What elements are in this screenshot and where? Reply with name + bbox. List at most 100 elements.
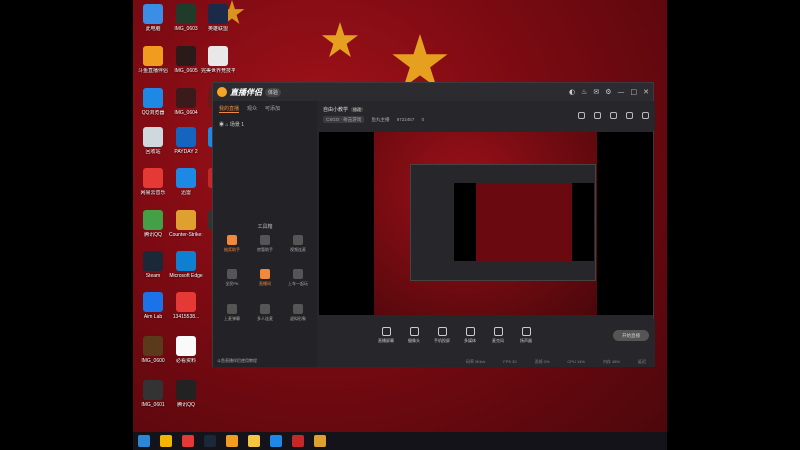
tutorial-link[interactable]: 斗鱼直播伴侣使用教程 bbox=[217, 358, 257, 364]
stream-stat: 内存 48% bbox=[602, 359, 621, 364]
tool-label: 全民PK bbox=[225, 281, 239, 286]
desktop-icon[interactable]: QQ浏览器 bbox=[136, 88, 170, 116]
window-control-button[interactable]: — bbox=[618, 88, 625, 96]
netease-music-icon bbox=[143, 168, 163, 188]
source-button[interactable]: 扬声器 bbox=[513, 327, 539, 344]
computer-icon bbox=[143, 4, 163, 24]
app-title: 直播伴侣 bbox=[230, 87, 262, 97]
source-label: 直播屏幕 bbox=[378, 338, 394, 343]
preview-nested-window bbox=[410, 164, 596, 281]
lol-icon bbox=[208, 4, 228, 24]
steam-icon[interactable] bbox=[204, 435, 216, 447]
toolbox-item[interactable]: 上车一起玩 bbox=[283, 269, 313, 287]
window-control-button[interactable]: ⚙ bbox=[605, 88, 611, 96]
xunlei-icon[interactable] bbox=[270, 435, 282, 447]
toolbox-item[interactable]: 全民PK bbox=[217, 269, 247, 287]
image-icon bbox=[176, 88, 196, 108]
desktop-icon[interactable]: IMG_0600 bbox=[136, 336, 170, 364]
more-icon[interactable] bbox=[642, 112, 649, 119]
qq-icon bbox=[176, 380, 196, 400]
green-icon bbox=[143, 210, 163, 230]
desktop-icon[interactable]: 腾讯QQ bbox=[169, 380, 203, 408]
toolbox-item[interactable]: 直播间 bbox=[250, 269, 280, 287]
desktop-icon[interactable]: Aim Lab bbox=[136, 292, 170, 320]
desktop-icon[interactable]: Steam bbox=[136, 251, 170, 279]
desktop-icon[interactable]: PAYDAY 2 bbox=[169, 127, 203, 155]
source-button[interactable]: 摄像头 bbox=[401, 327, 427, 344]
desktop-icon[interactable]: IMG_0603 bbox=[169, 4, 203, 32]
room-category[interactable]: CSGO · 射击游戏 bbox=[323, 116, 365, 123]
wanmei-icon bbox=[208, 46, 228, 66]
window-control-button[interactable]: ✕ bbox=[643, 88, 649, 96]
tool-icon bbox=[293, 304, 303, 314]
desktop-icon-label: IMG_0601 bbox=[141, 402, 165, 408]
desktop-icon[interactable]: 完美世界竞技平台 bbox=[201, 46, 235, 74]
source-button[interactable]: 手机投屏 bbox=[429, 327, 455, 344]
desktop-icon[interactable]: 英雄联盟 bbox=[201, 4, 235, 32]
window-control-button[interactable]: □ bbox=[631, 88, 638, 96]
tool-label: 房管助手 bbox=[257, 247, 273, 252]
desktop-icon[interactable]: Counter-Strike: Global Off... bbox=[169, 210, 203, 238]
desktop-icon-label: Steam bbox=[145, 273, 161, 279]
bell-icon[interactable] bbox=[626, 112, 633, 119]
edit-room-tag[interactable]: 修改 bbox=[351, 107, 364, 112]
desktop-icon[interactable]: 迅雷 bbox=[169, 168, 203, 196]
window-control-button[interactable]: ◐ bbox=[569, 88, 575, 96]
desktop-icon[interactable]: 必看资料 bbox=[169, 336, 203, 364]
scene-item[interactable]: ◉ ⌂ 场景 1 bbox=[213, 117, 317, 132]
desktop-icon[interactable]: 斗鱼直播伴侣 bbox=[136, 46, 170, 74]
desktop-icon[interactable]: 此电脑 bbox=[136, 4, 170, 32]
app-icon[interactable] bbox=[292, 435, 304, 447]
source-icon bbox=[465, 327, 475, 336]
tool-label: 上车一起玩 bbox=[288, 281, 308, 286]
toolbox-item[interactable]: 多人连麦 bbox=[250, 304, 280, 322]
toolbox-item[interactable]: 抽奖助手 bbox=[217, 235, 247, 253]
share-icon[interactable] bbox=[578, 112, 585, 119]
windows-start-icon[interactable] bbox=[138, 435, 150, 447]
tool-icon bbox=[293, 235, 303, 245]
folder-icon[interactable] bbox=[248, 435, 260, 447]
toolbox-title: 工具箱 bbox=[257, 224, 273, 230]
desktop-icon-label: 英雄联盟 bbox=[207, 26, 228, 32]
desktop-icon[interactable]: 回收站 bbox=[136, 127, 170, 155]
desktop-icon[interactable]: IMG_0605 bbox=[169, 46, 203, 74]
desktop-icon[interactable]: Microsoft Edge bbox=[169, 251, 203, 279]
source-button[interactable]: 多媒体 bbox=[457, 327, 483, 344]
start-stream-button[interactable]: 开始直播 bbox=[613, 330, 649, 341]
toolbox-item[interactable]: 房管助手 bbox=[250, 235, 280, 253]
panel-tab[interactable]: 我的直播 bbox=[219, 105, 240, 113]
tool-icon bbox=[293, 269, 303, 279]
desktop-icon[interactable]: 网易云音乐 bbox=[136, 168, 170, 196]
left-panel: 我的直播 观众 可添加 ◉ ⌂ 场景 1 工具箱 抽奖助手 房管助手 视频连麦全民PK 直… bbox=[213, 101, 317, 367]
stream-preview[interactable] bbox=[319, 132, 653, 315]
window-control-button[interactable]: ✉ bbox=[593, 88, 599, 96]
desktop-icon-label: 网易云音乐 bbox=[140, 190, 166, 196]
scene-label: 场景 1 bbox=[229, 122, 244, 128]
version-pill[interactable]: 体验 bbox=[265, 87, 282, 97]
desktop-icon-label: PAYDAY 2 bbox=[174, 149, 198, 155]
source-button[interactable]: 直播屏幕 bbox=[373, 327, 399, 344]
xunlei-icon bbox=[176, 168, 196, 188]
netease-icon[interactable] bbox=[182, 435, 194, 447]
douyu-icon[interactable] bbox=[226, 435, 238, 447]
source-label: 多媒体 bbox=[464, 338, 476, 343]
gift-icon[interactable] bbox=[610, 112, 617, 119]
csgo-icon bbox=[176, 210, 196, 230]
toolbox-item[interactable]: 虚拟形象 bbox=[283, 304, 313, 322]
toolbox-item[interactable]: 上麦弹幕 bbox=[217, 304, 247, 322]
desktop-icon-label: 迅雷 bbox=[180, 190, 191, 196]
csgo-icon[interactable] bbox=[314, 435, 326, 447]
desktop-icon[interactable]: IMG_0601 bbox=[136, 380, 170, 408]
desktop-icon[interactable]: IMG_0604 bbox=[169, 88, 203, 116]
panel-tab[interactable]: 可添加 bbox=[265, 105, 280, 113]
panel-tab[interactable]: 观众 bbox=[247, 105, 257, 113]
tool-icon bbox=[260, 235, 270, 245]
window-control-button[interactable]: ♨ bbox=[581, 88, 587, 96]
toolbox-item[interactable]: 视频连麦 bbox=[283, 235, 313, 253]
desktop-icon[interactable]: 13415538... bbox=[169, 292, 203, 320]
chrome-icon[interactable] bbox=[160, 435, 172, 447]
settings-icon[interactable] bbox=[594, 112, 601, 119]
source-button[interactable]: 麦克风 bbox=[485, 327, 511, 344]
room-owner: 鱼丸主播 bbox=[371, 117, 390, 122]
desktop-icon[interactable]: 腾讯QQ bbox=[136, 210, 170, 238]
